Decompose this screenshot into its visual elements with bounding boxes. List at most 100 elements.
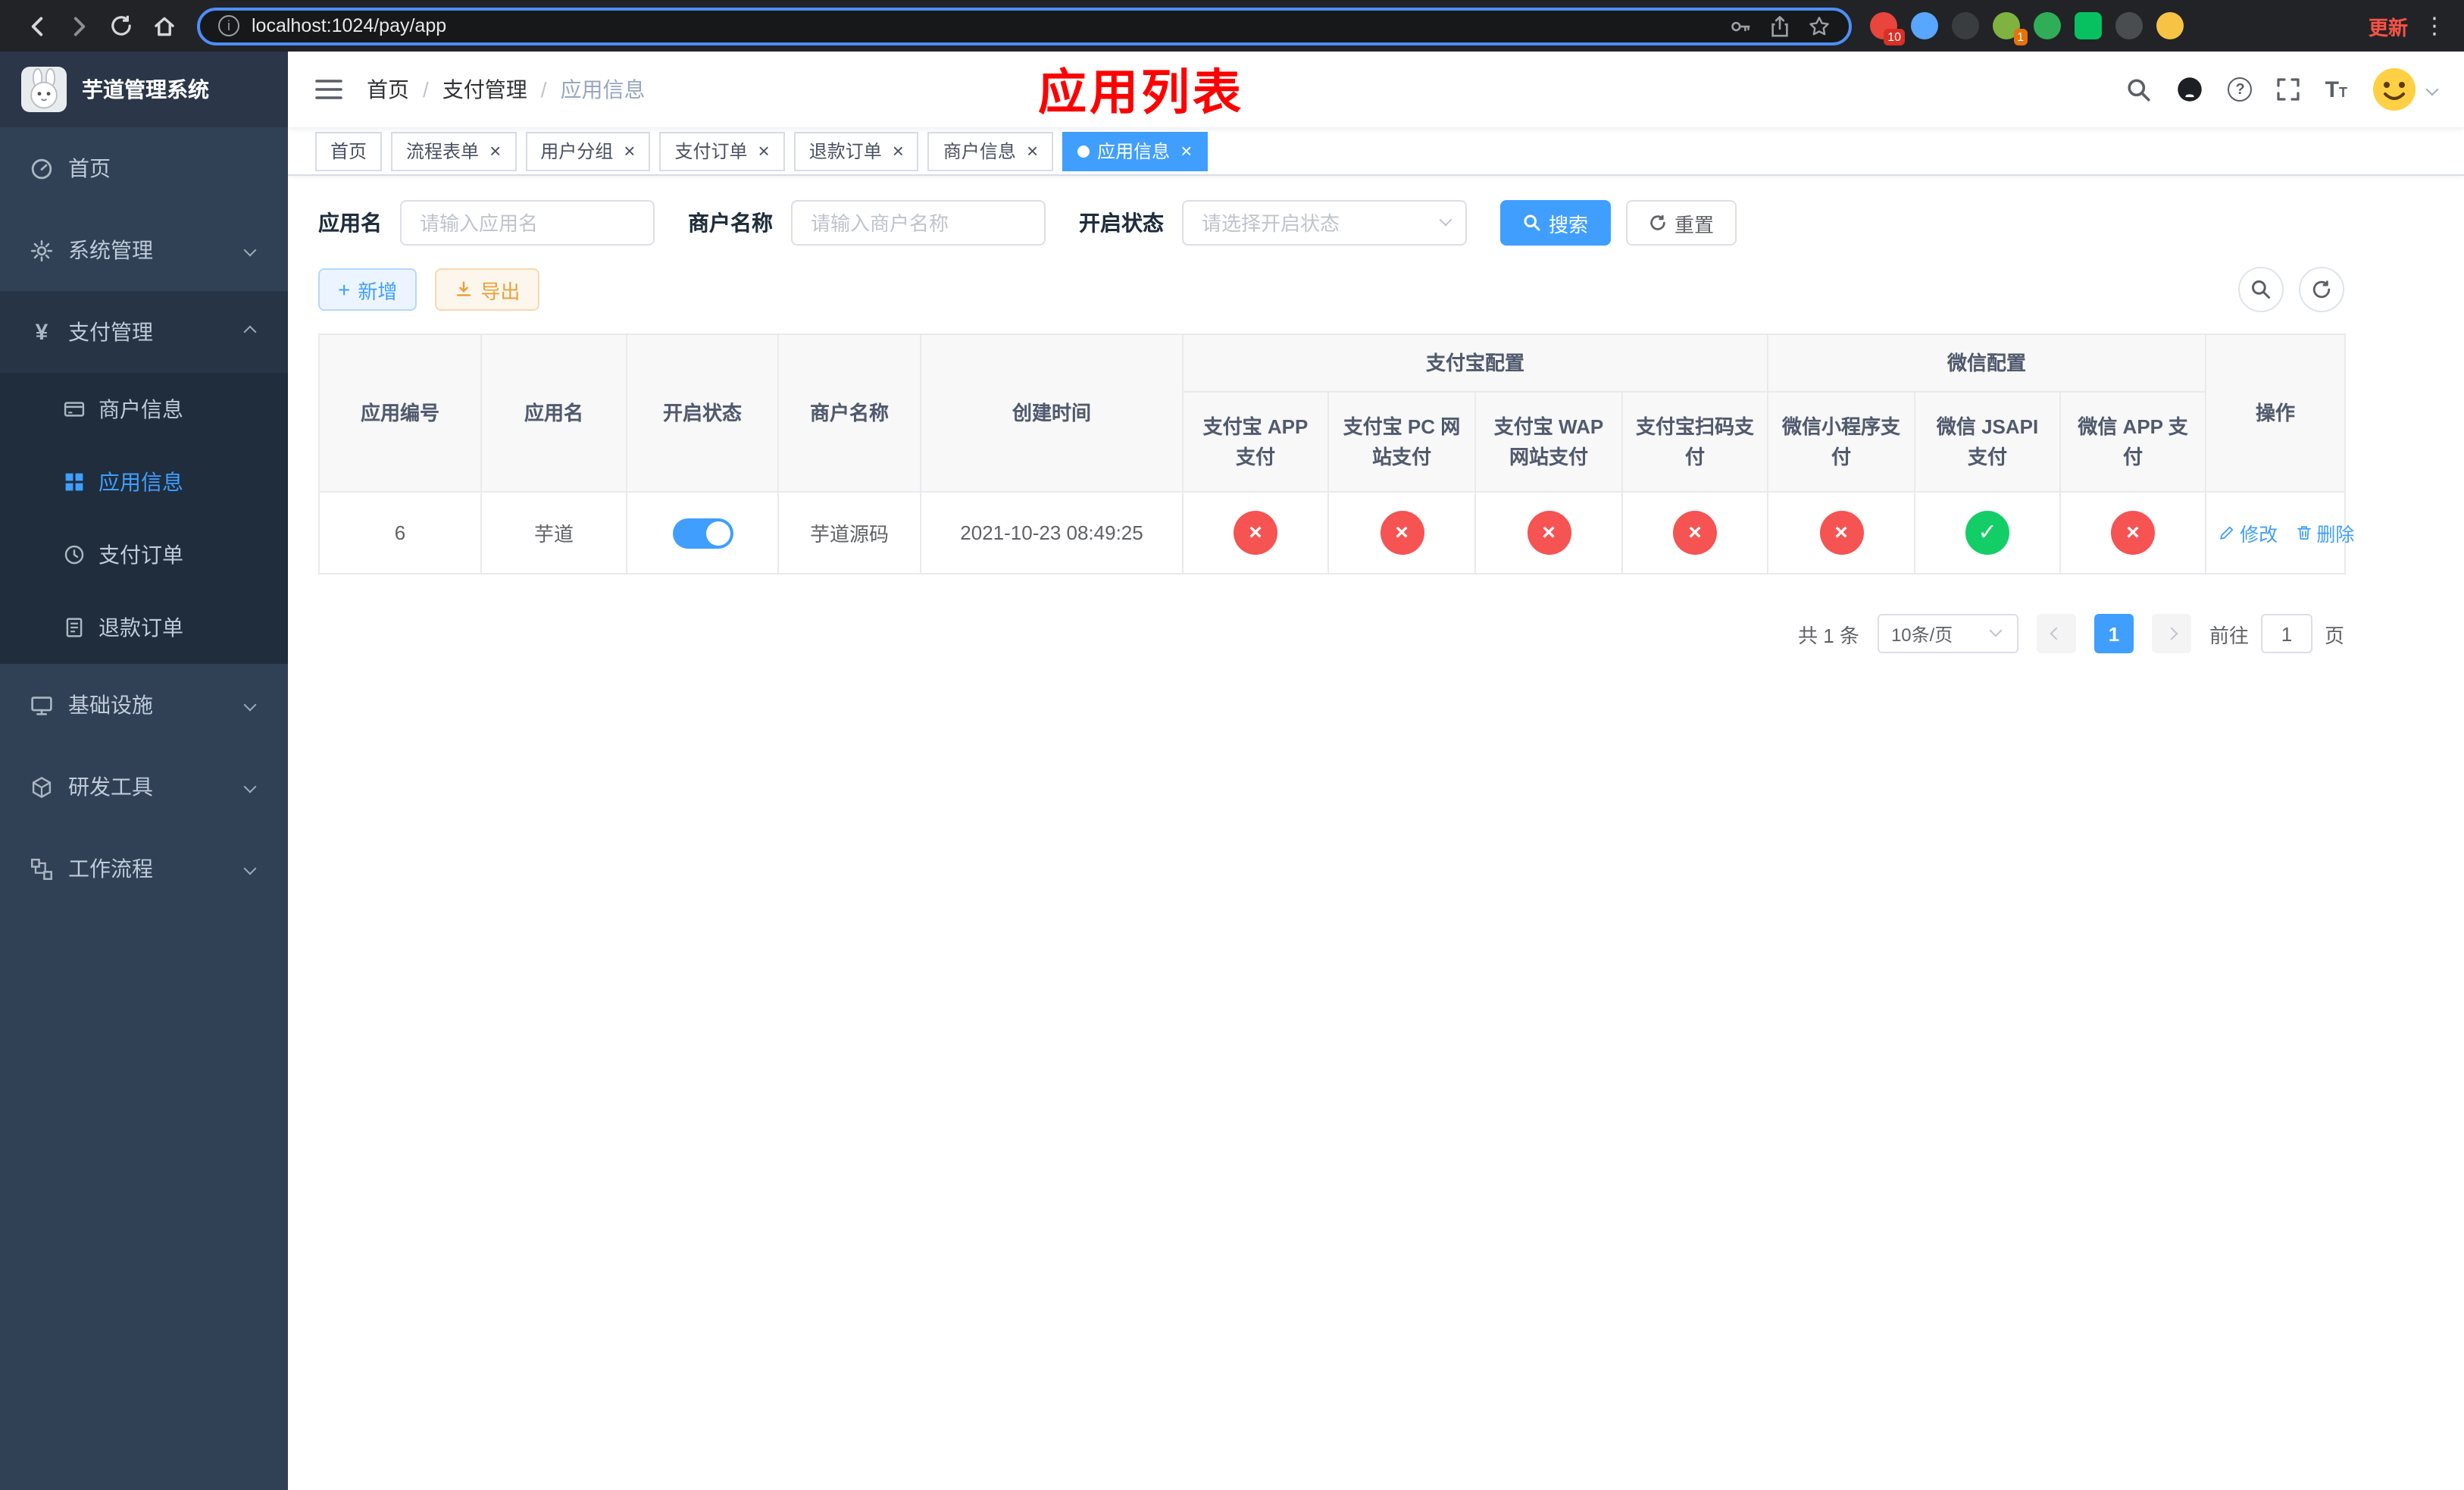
- password-key-icon[interactable]: [1729, 14, 1752, 37]
- pagination: 共 1 条 10条/页 1 前往 页: [318, 614, 2344, 653]
- merchant-name-label: 商户名称: [688, 211, 773, 235]
- app-logo-row[interactable]: 芋道管理系统: [0, 52, 288, 127]
- page-title: 应用列表: [1038, 65, 1245, 120]
- status-select[interactable]: [1182, 200, 1467, 246]
- site-info-icon[interactable]: i: [218, 15, 239, 36]
- app-name-input[interactable]: [400, 200, 655, 246]
- fullscreen-icon[interactable]: [2277, 77, 2301, 102]
- home-icon[interactable]: [142, 5, 185, 47]
- col-wx-jsapi: 微信 JSAPI 支付: [1914, 391, 2062, 493]
- breadcrumb-payment[interactable]: 支付管理: [442, 74, 527, 105]
- wx-app-status-icon: ×: [2111, 511, 2156, 555]
- page-size-select[interactable]: 10条/页: [1877, 614, 2018, 653]
- sidebar-item-refund-order[interactable]: 退款订单: [0, 591, 288, 664]
- tab-user-group[interactable]: 用户分组 ×: [525, 131, 651, 171]
- close-icon[interactable]: ×: [1027, 141, 1038, 161]
- tab-process-form[interactable]: 流程表单 ×: [391, 131, 517, 171]
- sidebar-item-workflow[interactable]: 工作流程: [0, 828, 288, 909]
- col-alipay-pc: 支付宝 PC 网站支付: [1327, 391, 1476, 493]
- sidebar-item-system[interactable]: 系统管理: [0, 209, 288, 291]
- payment-submenu: 商户信息 应用信息 支付订单 退款订单: [0, 373, 288, 664]
- sidebar-item-label: 支付管理: [68, 320, 153, 344]
- hamburger-icon[interactable]: [315, 77, 342, 102]
- close-icon[interactable]: ×: [1180, 141, 1192, 161]
- sidebar-item-merchant-info[interactable]: 商户信息: [0, 373, 288, 446]
- tab-pay-order[interactable]: 支付订单 ×: [659, 131, 785, 171]
- tab-merchant-info[interactable]: 商户信息 ×: [927, 131, 1054, 171]
- breadcrumb-current: 应用信息: [560, 77, 646, 102]
- breadcrumb-home[interactable]: 首页: [367, 74, 409, 105]
- col-merchant: 商户名称: [777, 333, 921, 493]
- status-toggle[interactable]: [672, 518, 733, 548]
- bookmark-star-icon[interactable]: [1808, 14, 1831, 37]
- browser-menu-icon[interactable]: ⋮: [2423, 12, 2446, 39]
- close-icon[interactable]: ×: [624, 141, 635, 161]
- address-bar[interactable]: i localhost:1024/pay/app: [197, 7, 1852, 45]
- prev-page-button[interactable]: [2036, 614, 2076, 653]
- search-icon[interactable]: [2127, 77, 2153, 102]
- active-dot: [1077, 145, 1090, 157]
- tab-refund-order[interactable]: 退款订单 ×: [793, 131, 919, 171]
- reset-button-label: 重置: [1674, 213, 1715, 236]
- tab-label: 用户分组: [540, 141, 614, 162]
- col-wx-mini: 微信小程序支付: [1767, 391, 1916, 493]
- back-icon[interactable]: [15, 5, 58, 47]
- col-create-time: 创建时间: [920, 333, 1184, 493]
- tab-app-info[interactable]: 应用信息 ×: [1062, 131, 1208, 171]
- export-button[interactable]: 导出: [435, 268, 540, 311]
- forward-icon[interactable]: [58, 5, 100, 47]
- browser-update-button[interactable]: 更新: [2369, 11, 2408, 40]
- close-icon[interactable]: ×: [893, 141, 904, 161]
- extension-icon[interactable]: [2156, 12, 2184, 39]
- edit-link[interactable]: 修改: [2219, 518, 2278, 547]
- tab-home[interactable]: 首页: [315, 131, 383, 171]
- reload-icon[interactable]: [100, 5, 142, 47]
- share-icon[interactable]: [1768, 14, 1791, 37]
- goto-label: 前往: [2209, 624, 2249, 646]
- sidebar-item-app-info[interactable]: 应用信息: [0, 446, 288, 518]
- add-button[interactable]: + 新增: [318, 268, 417, 311]
- sidebar-item-infrastructure[interactable]: 基础设施: [0, 664, 288, 746]
- yen-icon: ¥: [35, 319, 48, 345]
- delete-link[interactable]: 删除: [2295, 518, 2354, 547]
- user-avatar-menu[interactable]: [2372, 67, 2439, 112]
- extension-icon[interactable]: 10: [1870, 12, 1905, 45]
- search-button[interactable]: 搜索: [1500, 200, 1612, 246]
- sidebar-item-label: 基础设施: [68, 693, 153, 717]
- refresh-table-button[interactable]: [2299, 267, 2344, 312]
- grid-icon: [65, 473, 83, 491]
- close-icon[interactable]: ×: [489, 141, 501, 161]
- main-area: 首页 / 支付管理 / 应用信息 应用列表 ? TT 首页 流程表单 × 用户分…: [288, 52, 2464, 1490]
- status-select-input[interactable]: [1182, 200, 1467, 246]
- github-icon[interactable]: [2177, 76, 2204, 103]
- extension-icon[interactable]: 1: [1993, 12, 2028, 45]
- extension-icon[interactable]: [2115, 12, 2143, 39]
- extension-icon[interactable]: [2075, 12, 2102, 39]
- sidebar-item-dev-tools[interactable]: 研发工具: [0, 746, 288, 828]
- goto-page-input[interactable]: [2260, 614, 2312, 653]
- url-text[interactable]: localhost:1024/pay/app: [252, 15, 1717, 36]
- sidebar-item-payment[interactable]: ¥ 支付管理: [0, 291, 288, 373]
- extension-icon[interactable]: [1911, 12, 1938, 39]
- reset-button[interactable]: 重置: [1626, 200, 1737, 246]
- sidebar-item-pay-order[interactable]: 支付订单: [0, 518, 288, 591]
- page-number-button[interactable]: 1: [2093, 614, 2134, 653]
- sidebar-item-home[interactable]: 首页: [0, 127, 288, 209]
- chevron-down-icon: [2425, 83, 2439, 96]
- tab-label: 支付订单: [674, 141, 748, 162]
- chevron-down-icon: [243, 780, 257, 794]
- next-page-button[interactable]: [2151, 614, 2191, 653]
- extension-icon[interactable]: [1952, 12, 1979, 39]
- toggle-search-button[interactable]: [2238, 267, 2284, 312]
- help-icon[interactable]: ?: [2228, 77, 2253, 102]
- close-icon[interactable]: ×: [758, 141, 770, 161]
- extension-icon[interactable]: [2034, 12, 2061, 39]
- sidebar-item-label: 退款订单: [98, 615, 183, 640]
- export-button-label: 导出: [480, 280, 521, 302]
- col-action: 操作: [2205, 333, 2347, 493]
- cell-app-id: 6: [318, 491, 482, 574]
- font-size-icon[interactable]: TT: [2325, 78, 2347, 101]
- tab-label: 流程表单: [406, 141, 480, 162]
- navbar-actions: ? TT: [2127, 67, 2439, 112]
- merchant-name-input[interactable]: [791, 200, 1046, 246]
